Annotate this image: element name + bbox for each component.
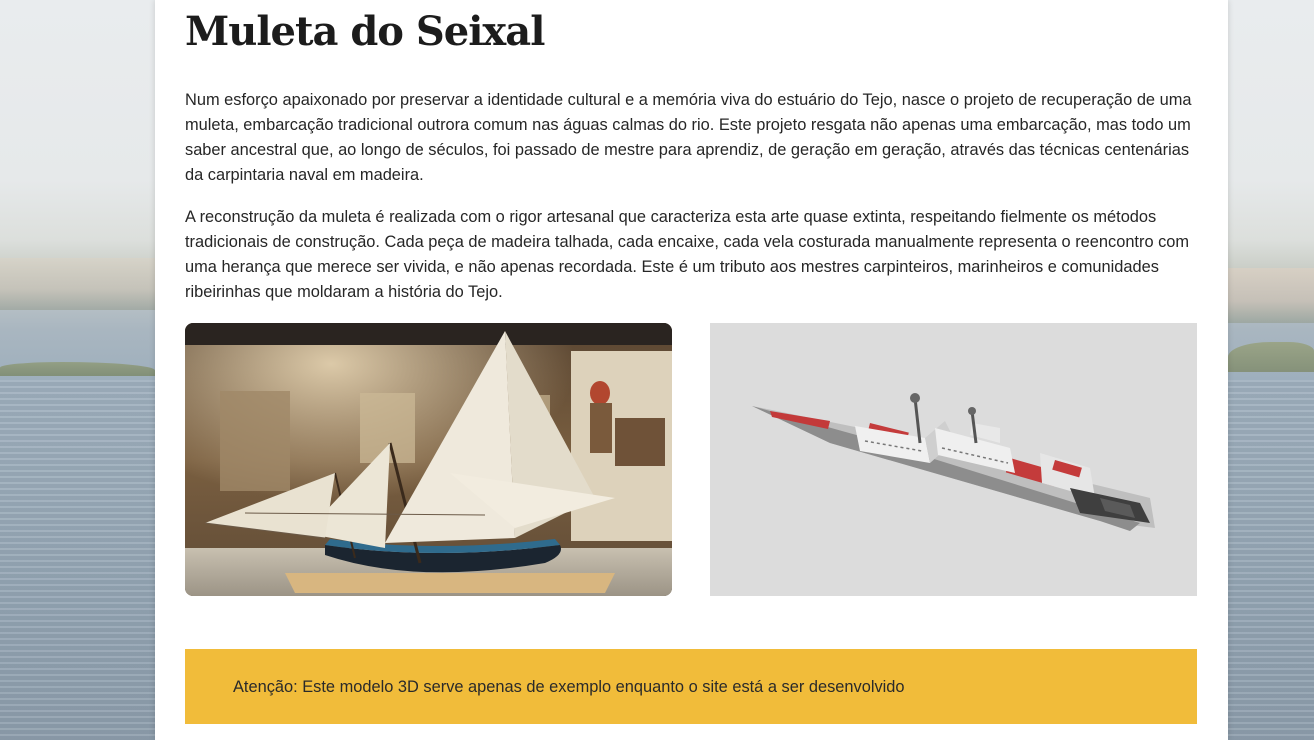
intro-paragraph: Num esforço apaixonado por preservar a i… (185, 91, 1192, 184)
background-shore-left (0, 258, 155, 310)
notice-banner: Atenção: Este modelo 3D serve apenas de … (185, 649, 1197, 724)
muleta-model-photo (185, 323, 672, 596)
content-card: Muleta do Seixal Num esforço apaixonado … (155, 0, 1228, 740)
background-water-right (1228, 380, 1314, 740)
page-title: Muleta do Seixal (185, 8, 545, 55)
background-shore-right (1228, 268, 1314, 323)
background-marsh-right (1228, 342, 1314, 372)
3d-model-viewer[interactable] (710, 323, 1197, 596)
background-marsh-left (0, 362, 155, 376)
reconstruction-paragraph: A reconstrução da muleta é realizada com… (185, 208, 1190, 301)
background-water-left (0, 380, 155, 740)
notice-text: Atenção: Este modelo 3D serve apenas de … (233, 678, 905, 696)
